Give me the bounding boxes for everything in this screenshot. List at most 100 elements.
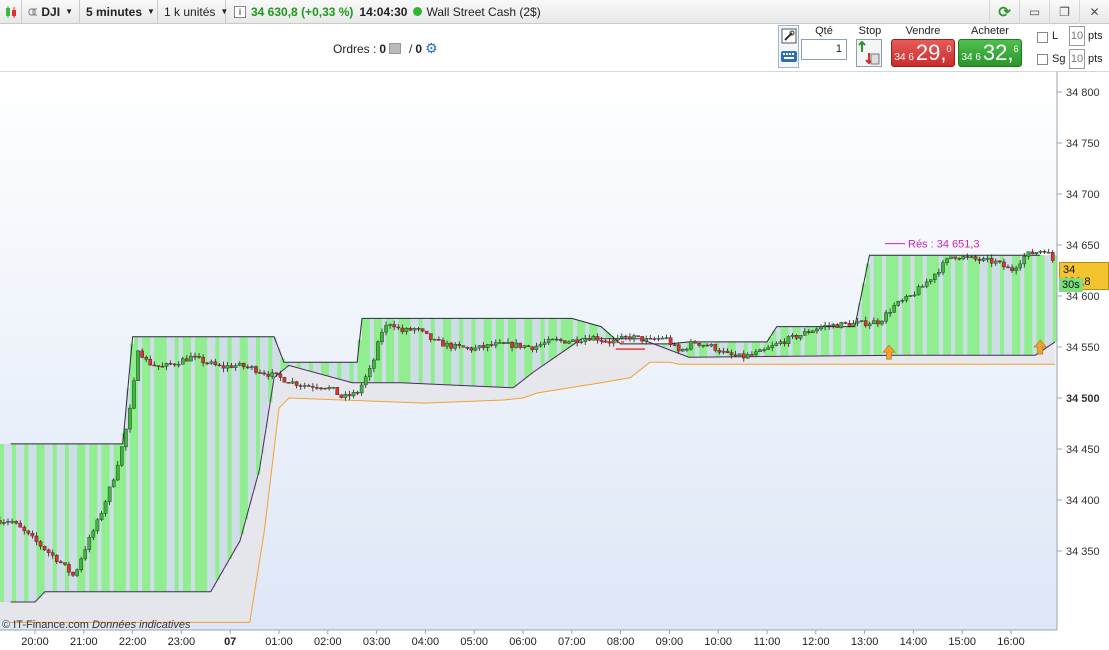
candle-body	[928, 279, 933, 283]
close-icon[interactable]: ✕	[1079, 0, 1109, 24]
chevron-down-icon: ▼	[147, 7, 155, 16]
candle-body	[583, 338, 588, 342]
minimize-icon[interactable]: ▭	[1019, 0, 1049, 24]
band-stripe	[979, 255, 985, 356]
y-tick-label: 34 750	[1066, 138, 1100, 150]
band-stripe	[272, 337, 277, 378]
guaranteed-stop-checkbox[interactable]	[1037, 54, 1048, 65]
candle-body	[567, 341, 571, 344]
candle-body	[953, 256, 957, 259]
band-stripe	[495, 318, 501, 388]
candle-body	[733, 354, 738, 357]
candle-body	[811, 330, 815, 333]
candle-body	[42, 545, 47, 551]
candle-body	[628, 336, 632, 340]
band-stripe	[869, 255, 875, 356]
x-tick-label: 21:00	[70, 636, 98, 648]
candle-body	[225, 365, 230, 369]
band-stripe	[321, 362, 326, 375]
candle-body	[680, 348, 685, 352]
guaranteed-stop-points-field[interactable]: 10	[1069, 49, 1085, 69]
candle-body	[985, 258, 990, 260]
keyboard-icon[interactable]	[781, 49, 797, 63]
band-stripe	[44, 443, 50, 592]
band-stripe	[24, 443, 29, 602]
candle-body	[839, 322, 844, 328]
candle-body	[10, 521, 14, 523]
candle-body	[103, 501, 108, 514]
limit-points-field[interactable]: 10	[1069, 26, 1085, 46]
orders-list-icon[interactable]	[389, 43, 402, 54]
candle-body	[111, 479, 116, 488]
candle-body	[1038, 251, 1043, 253]
candle-body	[363, 376, 368, 386]
candle-body	[298, 385, 303, 387]
band-stripe	[85, 443, 90, 592]
orders-slash: /	[409, 41, 413, 56]
band-stripe	[442, 318, 448, 385]
candle-body	[87, 537, 92, 550]
candle-body	[770, 345, 775, 348]
limit-checkbox[interactable]	[1037, 32, 1048, 43]
candle-body	[705, 344, 709, 347]
candle-body	[904, 296, 909, 301]
stop-label: Stop	[858, 25, 882, 37]
last-price: 34 630,8 (+0,33 %)	[251, 4, 354, 19]
candle-body	[648, 338, 653, 340]
candle-body	[144, 357, 149, 360]
candle-body	[737, 353, 742, 356]
candle-body	[884, 312, 888, 322]
refresh-icon[interactable]: ⟳	[989, 0, 1019, 24]
info-icon[interactable]: i	[234, 5, 246, 18]
band-stripe	[182, 336, 188, 592]
units-selector[interactable]: 1 k unités ▼	[158, 0, 228, 24]
wrench-icon[interactable]	[781, 28, 797, 44]
band-stripe	[211, 336, 216, 588]
x-tick-label: 07	[224, 636, 236, 648]
sell-button[interactable]: 34 6 29, 0	[891, 39, 955, 67]
maximize-icon[interactable]: ❐	[1049, 0, 1079, 24]
candle-body	[632, 335, 636, 340]
band-stripe	[967, 255, 972, 356]
candle-body	[640, 336, 644, 342]
candle-body	[282, 377, 287, 383]
candle-body	[981, 258, 986, 261]
candle-body	[1018, 263, 1022, 269]
x-tick-label: 01:00	[265, 636, 293, 648]
timeframe-selector[interactable]: 5 minutes ▼	[80, 0, 158, 24]
stop-order-icon[interactable]	[856, 39, 882, 67]
candle-body	[327, 387, 331, 389]
y-tick-label: 34 700	[1066, 189, 1100, 201]
band-stripe	[361, 318, 367, 383]
candle-body	[1022, 256, 1027, 265]
band-stripe	[109, 443, 115, 592]
band-stripe	[507, 318, 513, 388]
price-chart[interactable]: Rés : 34 651,3 34 800 34 750 34 700 34 650 3…	[0, 72, 1109, 650]
chart-canvas[interactable]: Rés : 34 651,3 34 80034 75034 70034 6503…	[0, 72, 1109, 650]
gear-icon[interactable]: ⚙	[425, 40, 438, 57]
band-stripe	[174, 336, 180, 592]
candle-body	[473, 347, 478, 351]
qty-field[interactable]: 1	[801, 39, 847, 60]
candle-body	[302, 385, 307, 387]
band-stripe	[837, 326, 842, 356]
candle-body	[254, 366, 258, 373]
band-stripe	[207, 336, 212, 592]
band-stripe	[158, 336, 163, 592]
sell-price-main: 29,	[915, 40, 947, 65]
candle-body	[128, 407, 132, 430]
buy-label: Acheter	[971, 25, 1009, 37]
band-stripe	[341, 362, 346, 381]
candle-body	[152, 364, 157, 367]
candle-body	[522, 345, 527, 348]
candle-body	[59, 561, 63, 563]
sell-price-prefix: 34 6	[894, 52, 914, 63]
x-tick-label: 02:00	[314, 636, 342, 648]
candle-body	[908, 295, 913, 297]
buy-button[interactable]: 34 6 32, 6	[958, 39, 1022, 67]
chart-type-button[interactable]	[0, 0, 22, 24]
band-stripe	[434, 318, 440, 385]
symbol-selector[interactable]: DJI ▼	[22, 0, 80, 24]
orders-count: 0	[379, 41, 387, 56]
candle-body	[620, 335, 624, 339]
